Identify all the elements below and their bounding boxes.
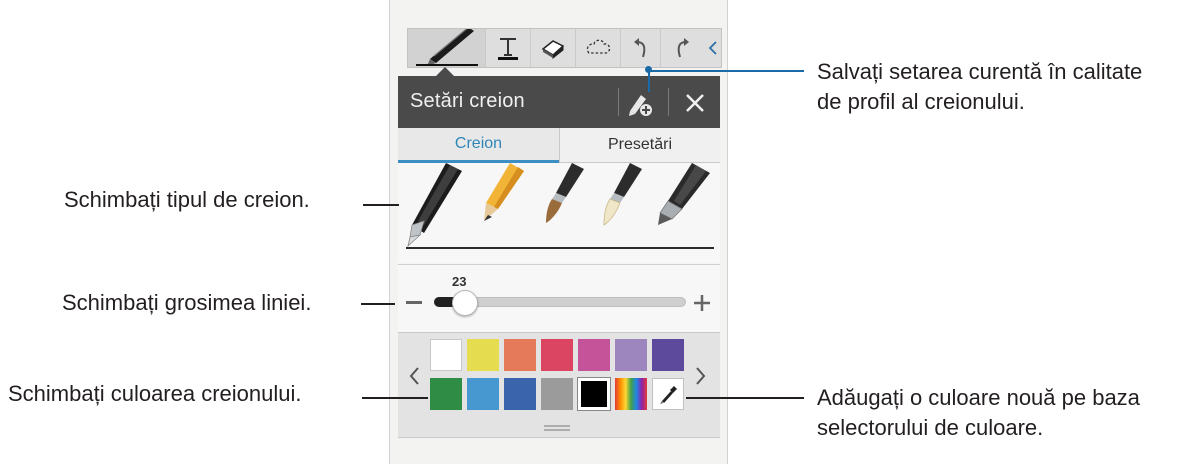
callout-line-thickness: Schimbați grosimea liniei. <box>62 290 312 315</box>
pencil-icon[interactable] <box>478 163 526 225</box>
callout-leader <box>648 70 804 72</box>
marker-icon[interactable] <box>650 163 712 227</box>
color-swatch[interactable] <box>578 339 610 371</box>
callout-save-line2: de profil al creionului. <box>817 89 1025 114</box>
chevron-left-icon[interactable] <box>407 365 421 387</box>
pen-type-selector <box>398 163 720 263</box>
callout-dot <box>645 66 652 73</box>
redo-icon <box>677 38 689 58</box>
callout-leader <box>361 303 395 305</box>
color-swatch[interactable] <box>430 378 462 410</box>
callout-pen-type: Schimbați tipul de creion. <box>64 187 310 212</box>
pen-tool-button[interactable] <box>408 29 486 67</box>
pen-icon <box>415 29 478 66</box>
callout-leader <box>362 397 428 399</box>
chevron-left-icon <box>708 41 717 55</box>
tab-presets[interactable]: Presetări <box>559 128 720 163</box>
color-swatch[interactable] <box>541 378 573 410</box>
collapse-toolbar-button[interactable] <box>705 29 721 67</box>
callout-picker-line1: Adăugați o culoare nouă pe baza <box>817 385 1140 410</box>
color-swatch[interactable] <box>467 378 499 410</box>
tab-pen[interactable]: Creion <box>398 128 559 163</box>
header-divider <box>618 88 619 116</box>
lasso-icon <box>586 39 611 54</box>
undo-button[interactable] <box>621 29 661 67</box>
color-swatch[interactable] <box>652 339 684 371</box>
thickness-value: 23 <box>452 274 467 289</box>
pen-preview-line <box>406 247 714 249</box>
color-spectrum-swatch[interactable] <box>615 378 647 410</box>
panel-title: Setări creion <box>410 90 525 112</box>
color-swatch[interactable] <box>467 339 499 371</box>
callout-leader <box>686 397 804 399</box>
eyedropper-button[interactable] <box>652 378 684 410</box>
brush-icon[interactable] <box>538 163 586 225</box>
pen-settings-header: Setări creion <box>398 76 720 128</box>
callout-leader <box>363 204 399 206</box>
color-swatch[interactable] <box>504 378 536 410</box>
ballpoint-pen-icon[interactable] <box>402 163 466 249</box>
pen-settings-tabs: Creion Presetări <box>398 128 720 163</box>
thickness-slider-thumb[interactable] <box>452 290 478 316</box>
callout-picker-line2: selectorului de culoare. <box>817 415 1044 440</box>
chevron-right-icon[interactable] <box>694 365 708 387</box>
color-swatch[interactable] <box>615 339 647 371</box>
lasso-tool-button[interactable] <box>576 29 621 67</box>
redo-button[interactable] <box>661 29 703 67</box>
color-swatch[interactable] <box>541 339 573 371</box>
calligraphy-brush-icon[interactable] <box>596 163 644 227</box>
pen-add-icon <box>629 95 652 116</box>
plus-icon[interactable] <box>693 294 711 312</box>
color-swatch[interactable] <box>578 378 610 410</box>
minus-icon[interactable] <box>406 301 422 304</box>
header-divider <box>668 88 669 116</box>
text-tool-button[interactable] <box>486 29 531 67</box>
eyedropper-icon <box>660 386 677 404</box>
callout-save-profile: Salvați setarea curentă în calitate de p… <box>817 57 1142 117</box>
callout-color-picker: Adăugați o culoare nouă pe baza selector… <box>817 383 1140 443</box>
callout-leader <box>648 70 650 92</box>
eraser-tool-button[interactable] <box>531 29 576 67</box>
color-palette <box>398 332 720 438</box>
close-icon <box>686 94 704 112</box>
callout-pen-color: Schimbați culoarea creionului. <box>8 381 302 406</box>
save-preset-button[interactable] <box>626 89 654 117</box>
color-swatch[interactable] <box>504 339 536 371</box>
drag-handle-icon[interactable] <box>544 425 570 431</box>
toolbar-pointer <box>436 67 454 76</box>
color-swatch[interactable] <box>430 339 462 371</box>
callout-save-line1: Salvați setarea curentă în calitate <box>817 59 1143 84</box>
eraser-icon <box>541 40 565 59</box>
undo-icon <box>633 38 645 58</box>
close-button[interactable] <box>680 88 710 118</box>
line-thickness-control: 23 <box>398 265 720 332</box>
text-icon <box>498 38 518 60</box>
pen-toolbar <box>407 28 722 68</box>
